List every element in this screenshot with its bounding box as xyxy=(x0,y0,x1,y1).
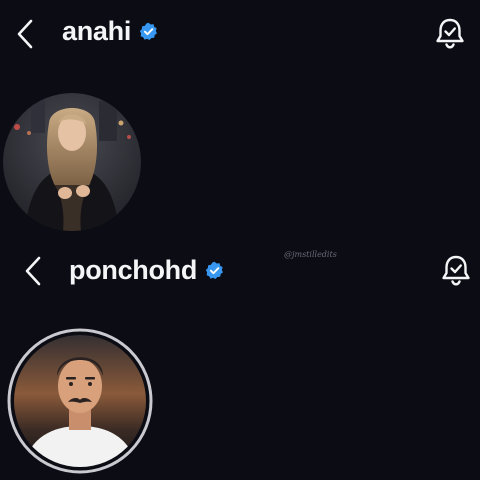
chevron-left-icon xyxy=(25,256,41,286)
verified-badge-icon xyxy=(139,22,157,41)
verified-badge-icon xyxy=(205,261,224,280)
profile-avatar[interactable] xyxy=(3,93,141,231)
avatar-photo xyxy=(3,93,141,231)
profile-username: anahi xyxy=(62,16,132,46)
chevron-left-icon xyxy=(17,19,33,49)
avatar-photo xyxy=(7,328,153,474)
notification-bell-button[interactable] xyxy=(432,16,468,52)
username-row: ponchohd xyxy=(69,255,224,286)
bell-check-icon xyxy=(436,18,464,49)
profile-header-ponchohd: ponchohd xyxy=(0,243,480,299)
profile-avatar[interactable] xyxy=(7,328,153,474)
profile-header-anahi: anahi xyxy=(0,6,480,62)
bell-check-icon xyxy=(442,255,470,286)
username-row: anahi xyxy=(62,16,158,47)
back-button[interactable] xyxy=(20,251,48,291)
profile-username: ponchohd xyxy=(69,255,198,285)
back-button[interactable] xyxy=(12,14,40,54)
notification-bell-button[interactable] xyxy=(438,253,474,289)
screen: anahi @jmstilledits ponchohd xyxy=(0,0,480,480)
